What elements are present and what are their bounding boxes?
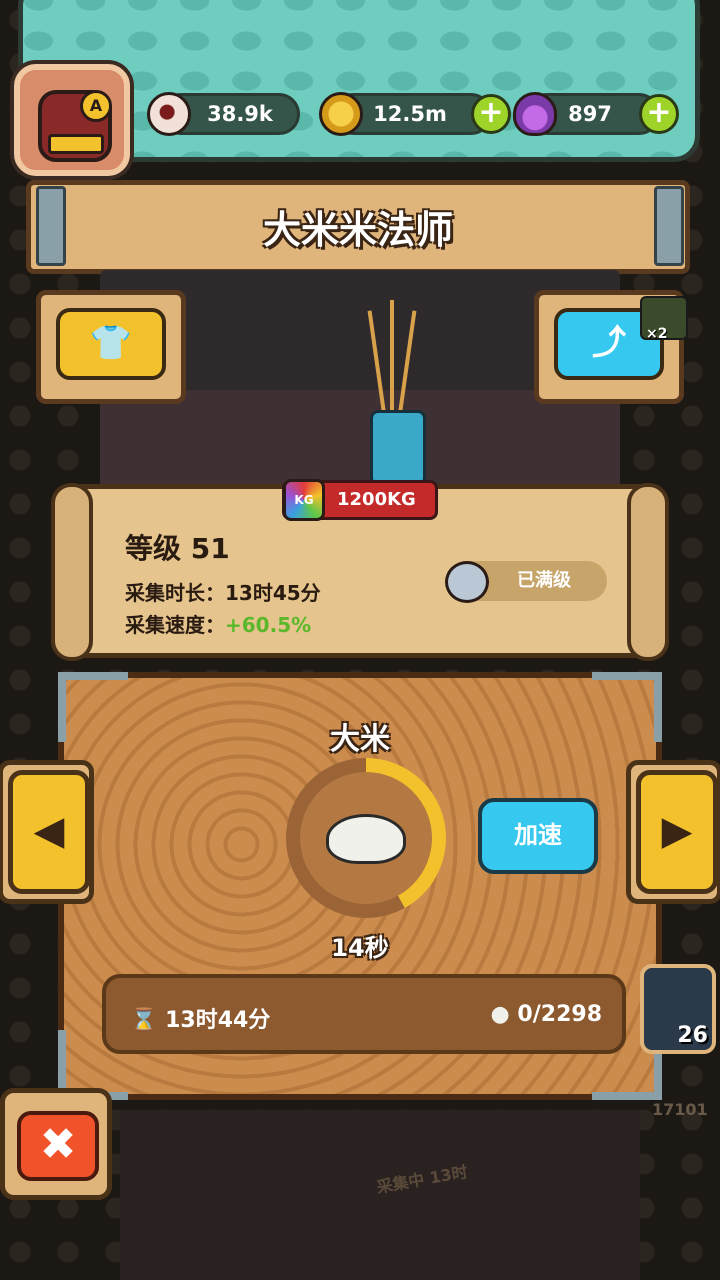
bg-collect-time: 13时 xyxy=(428,1162,470,1188)
player-avatar[interactable]: A xyxy=(14,64,130,176)
potion-counter: 897 + xyxy=(513,92,679,136)
close-frame: ✖ xyxy=(0,1088,112,1200)
duration-value: 13时45分 xyxy=(225,581,321,605)
share-icon: ⤴ xyxy=(592,323,626,363)
next-crop-button[interactable]: ▶ xyxy=(636,770,718,894)
rice-small-icon: ● xyxy=(490,1002,510,1027)
shirt-icon: 👕 xyxy=(89,323,133,363)
harvest-count-value: 0/2298 xyxy=(517,1002,602,1027)
total-time-value: 13时44分 xyxy=(165,1008,271,1033)
total-time: ⌛ 13时44分 xyxy=(130,1002,270,1034)
coin-icon xyxy=(319,92,363,136)
bg-collecting-text: 采集中 xyxy=(375,1169,426,1197)
scroll-roll-right xyxy=(627,483,669,661)
bolt-left xyxy=(36,186,66,266)
close-button[interactable]: ✖ xyxy=(17,1111,99,1181)
avatar-teeth xyxy=(48,134,104,154)
weight-tag: KG 1200KG xyxy=(282,479,438,521)
share-multiplier: ×2 xyxy=(646,326,668,342)
title-board: 大米米法师 xyxy=(26,180,690,274)
add-coins-button[interactable]: + xyxy=(471,94,511,134)
potion-icon xyxy=(513,92,557,136)
harvest-count: ● 0/2298 xyxy=(491,1002,602,1027)
harvest-progress-ring xyxy=(286,758,446,918)
side-reward-badge[interactable]: 26 xyxy=(640,964,716,1054)
crop-name: 大米 xyxy=(330,722,390,757)
speed-value: +60.5% xyxy=(225,613,312,637)
background-scene: 采集中 13时 xyxy=(120,1110,640,1280)
duration-label: 采集时长： xyxy=(125,581,225,605)
avatar-rank-badge: A xyxy=(80,90,112,122)
skull-icon xyxy=(445,561,489,603)
left-arrow-icon: ◀ xyxy=(33,808,65,854)
side-reward-count: 26 xyxy=(677,1023,708,1048)
weight-value: 1200KG xyxy=(337,489,416,510)
eyeball-icon xyxy=(147,92,191,136)
speed-up-button[interactable]: 加速 xyxy=(478,798,598,874)
level-text: 等级 51 xyxy=(125,532,230,565)
coin-count: 12.5m xyxy=(373,102,447,126)
rice-pile-icon xyxy=(326,814,406,864)
add-potions-button[interactable]: + xyxy=(639,94,679,134)
page-title: 大米米法师 xyxy=(262,208,453,252)
wardrobe-button[interactable]: 👕 xyxy=(56,308,166,380)
kettlebell-icon: KG xyxy=(283,479,325,521)
harvest-info-bar: ⌛ 13时44分 ● 0/2298 xyxy=(102,974,626,1054)
potion-count: 897 xyxy=(568,102,612,126)
close-icon: ✖ xyxy=(39,1119,77,1170)
prev-crop-button[interactable]: ◀ xyxy=(8,770,90,894)
remaining-timer: 14秒 xyxy=(331,934,389,962)
ring-inner xyxy=(300,772,432,904)
speed-label: 采集速度： xyxy=(125,613,225,637)
speed-row: 采集速度：+60.5% xyxy=(125,609,311,638)
scroll-roll-left xyxy=(51,483,93,661)
rice-mage-character[interactable] xyxy=(370,410,426,486)
coin-counter: 12.5m + xyxy=(319,92,511,136)
bg-id-text: 17101 xyxy=(652,1100,708,1119)
bolt-right xyxy=(654,186,684,266)
eyeball-count: 38.9k xyxy=(207,102,273,126)
hourglass-icon: ⌛ xyxy=(130,1008,158,1033)
duration-row: 采集时长：13时45分 xyxy=(125,577,321,606)
eyeball-counter: 38.9k xyxy=(147,92,300,136)
bg-collecting-label: 采集中 13时 xyxy=(375,1158,470,1198)
right-arrow-icon: ▶ xyxy=(661,808,693,854)
harvest-board: 大米 加速 14秒 ⌛ 13时44分 ● 0/2298 xyxy=(58,672,662,1100)
